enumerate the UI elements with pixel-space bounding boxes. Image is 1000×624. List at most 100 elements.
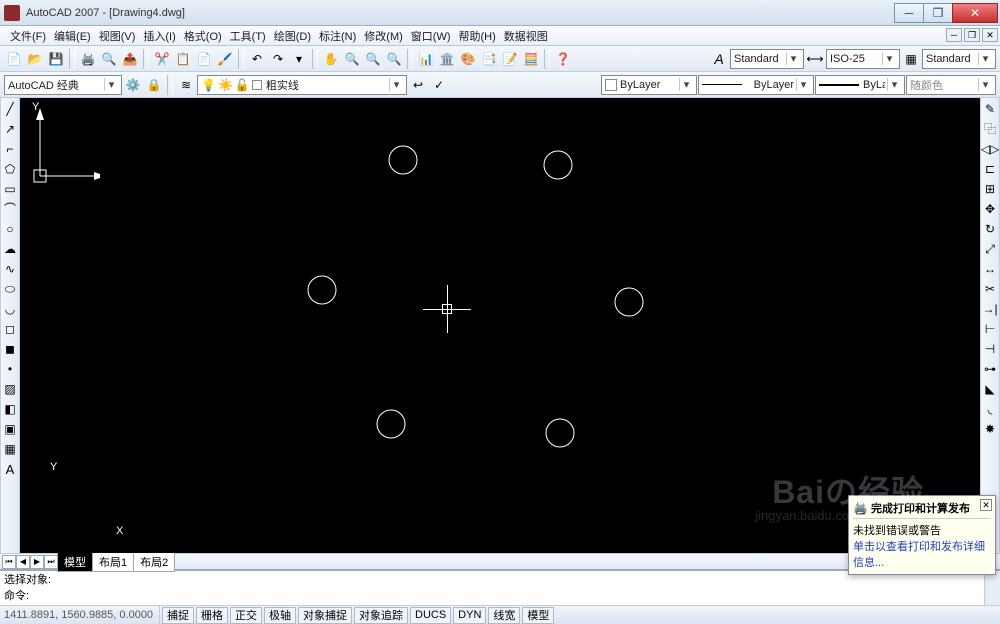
table-style-dropdown[interactable]: Standard ▾ bbox=[922, 49, 996, 69]
plotstyle-dropdown[interactable]: 随颜色 ▾ bbox=[906, 75, 996, 95]
zoom-window-button[interactable]: 🔍 bbox=[363, 49, 383, 69]
text-style-dropdown[interactable]: Standard ▾ bbox=[730, 49, 804, 69]
color-dropdown[interactable]: ByLayer ▾ bbox=[601, 75, 697, 95]
dim-style-icon-button[interactable]: ⟷ bbox=[805, 49, 825, 69]
zoom-previous-button[interactable]: 🔍 bbox=[384, 49, 404, 69]
doc-close-button[interactable]: ✕ bbox=[982, 28, 998, 42]
line-button[interactable]: ╱ bbox=[1, 100, 19, 118]
redo-button[interactable]: ↷ bbox=[268, 49, 288, 69]
ellipse-arc-button[interactable]: ◡ bbox=[1, 300, 19, 318]
close-button[interactable]: ✕ bbox=[952, 3, 998, 23]
workspace-settings-button[interactable]: ⚙️ bbox=[123, 75, 143, 95]
insert-block-button[interactable]: ◻ bbox=[1, 320, 19, 338]
designcenter-button[interactable]: 🏛️ bbox=[437, 49, 457, 69]
status-toggle-3[interactable]: 极轴 bbox=[264, 607, 296, 624]
menu-format[interactable]: 格式(O) bbox=[180, 26, 226, 46]
layer-dropdown[interactable]: 💡 ☀️ 🔓 粗实线 ▾ bbox=[197, 75, 407, 95]
spline-button[interactable]: ∿ bbox=[1, 260, 19, 278]
layer-manager-button[interactable]: ≋ bbox=[176, 75, 196, 95]
sheet-set-button[interactable]: 📑 bbox=[479, 49, 499, 69]
undo-dropdown[interactable]: ▾ bbox=[289, 49, 309, 69]
lineweight-dropdown[interactable]: ByLayer ▾ bbox=[815, 75, 905, 95]
tool-palette-button[interactable]: 🎨 bbox=[458, 49, 478, 69]
break-point-button[interactable]: ⊢ bbox=[981, 320, 999, 338]
status-toggle-7[interactable]: DYN bbox=[453, 607, 486, 624]
minimize-button[interactable]: ─ bbox=[894, 3, 924, 23]
cut-button[interactable]: ✂️ bbox=[152, 49, 172, 69]
tab-model[interactable]: 模型 bbox=[57, 552, 93, 572]
tab-prev-button[interactable]: ◀ bbox=[16, 555, 30, 569]
status-toggle-5[interactable]: 对象追踪 bbox=[354, 607, 408, 624]
extend-button[interactable]: →| bbox=[981, 300, 999, 318]
status-toggle-1[interactable]: 栅格 bbox=[196, 607, 228, 624]
open-button[interactable]: 📂 bbox=[25, 49, 45, 69]
maximize-button[interactable]: ❐ bbox=[923, 3, 953, 23]
menu-draw[interactable]: 绘图(D) bbox=[270, 26, 315, 46]
menu-view[interactable]: 视图(V) bbox=[95, 26, 140, 46]
polyline-button[interactable]: ⌐ bbox=[1, 140, 19, 158]
polygon-button[interactable]: ⬠ bbox=[1, 160, 19, 178]
workspace-lock-button[interactable]: 🔒 bbox=[144, 75, 164, 95]
calc-button[interactable]: 🧮 bbox=[521, 49, 541, 69]
chamfer-button[interactable]: ◣ bbox=[981, 380, 999, 398]
new-button[interactable]: 📄 bbox=[4, 49, 24, 69]
command-scrollbar[interactable] bbox=[984, 571, 1000, 605]
status-toggle-9[interactable]: 模型 bbox=[522, 607, 554, 624]
menu-dataview[interactable]: 数据视图 bbox=[500, 26, 552, 46]
rotate-button[interactable]: ↻ bbox=[981, 220, 999, 238]
menu-tools[interactable]: 工具(T) bbox=[226, 26, 270, 46]
match-props-button[interactable]: 🖌️ bbox=[215, 49, 235, 69]
mtext-button[interactable]: A bbox=[1, 460, 19, 478]
status-toggle-8[interactable]: 线宽 bbox=[488, 607, 520, 624]
status-toggle-0[interactable]: 捕捉 bbox=[162, 607, 194, 624]
pan-button[interactable]: ✋ bbox=[321, 49, 341, 69]
scale-button[interactable]: ⤢ bbox=[981, 240, 999, 258]
help-button[interactable]: ❓ bbox=[553, 49, 573, 69]
hatch-button[interactable]: ▨ bbox=[1, 380, 19, 398]
text-style-icon-button[interactable]: A bbox=[709, 49, 729, 69]
tab-layout2[interactable]: 布局2 bbox=[133, 552, 175, 572]
tab-last-button[interactable]: ⏭ bbox=[44, 555, 58, 569]
tab-layout1[interactable]: 布局1 bbox=[92, 552, 134, 572]
menu-dimension[interactable]: 标注(N) bbox=[315, 26, 360, 46]
point-button[interactable]: • bbox=[1, 360, 19, 378]
workspace-dropdown[interactable]: AutoCAD 经典 ▾ bbox=[4, 75, 122, 95]
gradient-button[interactable]: ◧ bbox=[1, 400, 19, 418]
stretch-button[interactable]: ↔ bbox=[981, 260, 999, 278]
linetype-dropdown[interactable]: ByLayer ▾ bbox=[698, 75, 814, 95]
copy-button[interactable]: 📋 bbox=[173, 49, 193, 69]
make-block-button[interactable]: ◼ bbox=[1, 340, 19, 358]
revcloud-button[interactable]: ☁ bbox=[1, 240, 19, 258]
tab-first-button[interactable]: ⏮ bbox=[2, 555, 16, 569]
popup-close-button[interactable]: ✕ bbox=[980, 499, 992, 511]
array-button[interactable]: ⊞ bbox=[981, 180, 999, 198]
undo-button[interactable]: ↶ bbox=[247, 49, 267, 69]
menu-window[interactable]: 窗口(W) bbox=[407, 26, 455, 46]
menu-file[interactable]: 文件(F) bbox=[6, 26, 50, 46]
plot-preview-button[interactable]: 🔍 bbox=[99, 49, 119, 69]
arc-button[interactable]: ⌒ bbox=[1, 200, 19, 218]
markup-button[interactable]: 📝 bbox=[500, 49, 520, 69]
status-toggle-6[interactable]: DUCS bbox=[410, 607, 451, 624]
publish-button[interactable]: 📤 bbox=[120, 49, 140, 69]
trim-button[interactable]: ✂ bbox=[981, 280, 999, 298]
rectangle-button[interactable]: ▭ bbox=[1, 180, 19, 198]
properties-button[interactable]: 📊 bbox=[416, 49, 436, 69]
menu-insert[interactable]: 插入(I) bbox=[139, 26, 179, 46]
ellipse-button[interactable]: ⬭ bbox=[1, 280, 19, 298]
fillet-button[interactable]: ◟ bbox=[981, 400, 999, 418]
status-toggle-4[interactable]: 对象捕捉 bbox=[298, 607, 352, 624]
layer-prev-button[interactable]: ↩ bbox=[408, 75, 428, 95]
popup-details-link[interactable]: 单击以查看打印和发布详细信息... bbox=[853, 538, 991, 570]
menu-edit[interactable]: 编辑(E) bbox=[50, 26, 95, 46]
drawing-canvas[interactable]: Y X Y Baiの经验 jingyan.baidu.com bbox=[20, 98, 980, 553]
save-button[interactable]: 💾 bbox=[46, 49, 66, 69]
circle-button[interactable]: ○ bbox=[1, 220, 19, 238]
erase-button[interactable]: ✎ bbox=[981, 100, 999, 118]
menu-help[interactable]: 帮助(H) bbox=[455, 26, 500, 46]
menu-modify[interactable]: 修改(M) bbox=[360, 26, 407, 46]
doc-minimize-button[interactable]: ─ bbox=[946, 28, 962, 42]
mirror-button[interactable]: ◁▷ bbox=[981, 140, 999, 158]
command-lines[interactable]: 选择对象: 命令: bbox=[0, 571, 984, 605]
table-style-icon-button[interactable]: ▦ bbox=[901, 49, 921, 69]
